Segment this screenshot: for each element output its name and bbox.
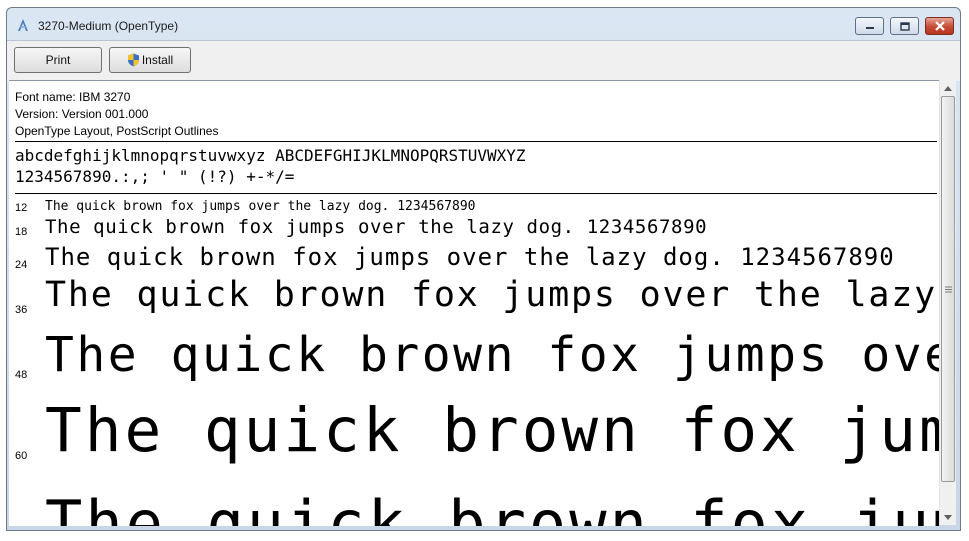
title-bar[interactable]: 3270-Medium (OpenType) <box>7 8 960 40</box>
sample-row-72: 72 The quick brown fox jumps over the la… <box>9 479 939 526</box>
install-button-label: Install <box>141 53 174 67</box>
font-format: OpenType Layout, PostScript Outlines <box>15 124 219 138</box>
sample-text: The quick brown fox jumps over the lazy … <box>45 395 939 466</box>
maximize-icon <box>899 21 910 31</box>
scroll-down-button[interactable] <box>940 509 956 525</box>
size-label: 18 <box>15 226 28 238</box>
sample-row-60: 60 The quick brown fox jumps over the la… <box>9 391 939 471</box>
window-title: 3270-Medium (OpenType) <box>38 19 179 33</box>
grip-icon <box>944 286 952 292</box>
sample-row-24: 24 The quick brown fox jumps over the la… <box>9 241 939 275</box>
font-viewer-icon <box>18 19 28 31</box>
font-info: Font name: IBM 3270 Version: Version 001… <box>15 89 218 140</box>
chevron-down-icon <box>944 514 952 520</box>
divider <box>15 141 937 142</box>
size-label: 12 <box>15 202 28 214</box>
size-label: 48 <box>15 369 28 381</box>
font-version: Version: Version 001.000 <box>15 107 149 121</box>
divider <box>15 193 937 194</box>
uac-shield-icon <box>127 53 139 67</box>
sample-text: The quick brown fox jumps over the lazy … <box>45 216 708 238</box>
print-button-label: Print <box>45 53 71 67</box>
font-viewer-window: 3270-Medium (OpenType) Print Install Fon… <box>6 7 961 531</box>
size-label: 36 <box>15 304 28 316</box>
sample-row-48: 48 The quick brown fox jumps over the la… <box>9 327 939 393</box>
close-icon <box>934 21 945 31</box>
sample-row-36: 36 The quick brown fox jumps over the la… <box>9 275 939 323</box>
scroll-up-button[interactable] <box>940 80 956 96</box>
font-name: Font name: IBM 3270 <box>15 90 131 104</box>
minimize-button[interactable] <box>855 17 884 35</box>
charset-digits-punctuation: 1234567890.:,; ' " (!?) +-*/= <box>15 167 295 186</box>
minimize-icon <box>865 27 874 29</box>
sample-text: The quick brown fox jumps over the lazy … <box>45 327 939 383</box>
install-button[interactable]: Install <box>109 47 191 73</box>
vertical-scrollbar[interactable] <box>939 80 956 525</box>
sample-text: The quick brown fox jumps over the lazy … <box>45 243 895 271</box>
sample-text: The quick brown fox jumps over the lazy … <box>45 275 939 315</box>
sample-row-18: 18 The quick brown fox jumps over the la… <box>9 215 939 243</box>
print-button[interactable]: Print <box>14 47 102 73</box>
toolbar: Print Install <box>7 40 960 81</box>
charset-lowercase-uppercase: abcdefghijklmnopqrstuvwxyz ABCDEFGHIJKLM… <box>15 146 526 165</box>
sample-text: The quick brown fox jumps over the lazy … <box>45 487 939 526</box>
maximize-button[interactable] <box>890 17 919 35</box>
close-button[interactable] <box>925 17 954 35</box>
chevron-up-icon <box>944 85 952 91</box>
size-label: 60 <box>15 450 28 462</box>
scroll-thumb[interactable] <box>941 96 955 482</box>
sample-text: The quick brown fox jumps over the lazy … <box>45 199 476 214</box>
font-preview-pane[interactable]: Font name: IBM 3270 Version: Version 001… <box>9 80 939 526</box>
size-label: 24 <box>15 259 28 271</box>
